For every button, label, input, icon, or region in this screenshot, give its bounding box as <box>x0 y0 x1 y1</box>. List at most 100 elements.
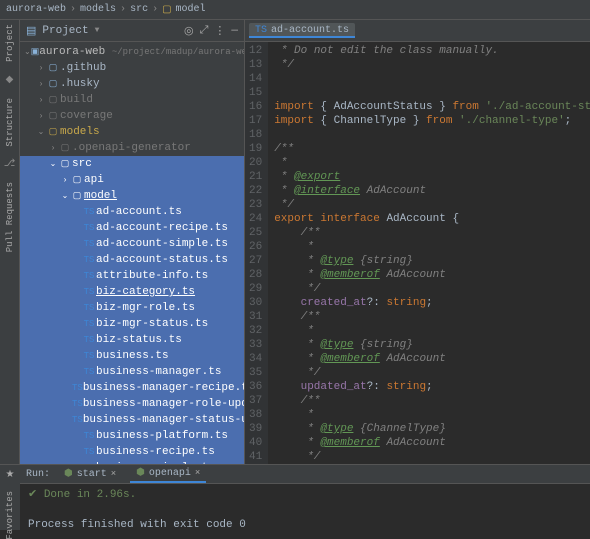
folder-icon: ▢ <box>46 111 60 121</box>
tool-tab-project[interactable]: Project <box>5 24 15 62</box>
tree-row[interactable]: TSbiz-mgr-status.ts <box>20 316 244 332</box>
tree-label: coverage <box>60 110 113 122</box>
ts-file-icon: TS <box>82 255 96 265</box>
breadcrumb-part[interactable]: models <box>80 4 116 15</box>
editor-pane: TS ad-account.ts 12131415161718192021222… <box>245 20 590 464</box>
chevron-down-icon[interactable]: ⌄ <box>48 159 58 169</box>
branch-icon[interactable]: ⎇ <box>4 158 16 170</box>
tree-row[interactable]: TSattribute-info.ts <box>20 268 244 284</box>
breadcrumb-sep: › <box>152 4 158 15</box>
ts-file-icon: TS <box>82 447 96 457</box>
target-icon[interactable]: ◎ <box>184 24 194 38</box>
editor-tabs: TS ad-account.ts <box>245 20 590 42</box>
tree-row[interactable]: TSbiz-mgr-role.ts <box>20 300 244 316</box>
tree-label: biz-category.ts <box>96 286 195 298</box>
tree-row[interactable]: ›▢coverage <box>20 108 244 124</box>
tree-row[interactable]: ›▢.husky <box>20 76 244 92</box>
run-tab-openapi[interactable]: ⬢ openapi × <box>130 465 206 483</box>
tree-row[interactable]: TSbiz-category.ts <box>20 284 244 300</box>
tree-row[interactable]: TSbusiness-manager-recipe.ts <box>20 380 244 396</box>
breadcrumb-sep: › <box>70 4 76 15</box>
breadcrumb-part[interactable]: src <box>130 4 148 15</box>
tree-label: business-recipe.ts <box>96 446 215 458</box>
ts-file-icon: TS <box>82 239 96 249</box>
dropdown-icon[interactable]: ▼ <box>95 26 100 35</box>
tool-tab-structure[interactable]: Structure <box>5 98 15 147</box>
editor-body[interactable]: 1213141516171819202122232425262728293031… <box>245 42 590 464</box>
hide-icon[interactable]: — <box>231 25 238 37</box>
tree-row[interactable]: TSad-account-status.ts <box>20 252 244 268</box>
project-pane-title[interactable]: Project <box>42 25 88 37</box>
ts-file-icon: TS <box>72 415 83 425</box>
tree-row[interactable]: ›▢.github <box>20 60 244 76</box>
close-icon[interactable]: × <box>195 468 200 478</box>
tree-label: biz-mgr-role.ts <box>96 302 195 314</box>
star-icon[interactable]: ★ <box>6 469 15 481</box>
ts-file-icon: TS <box>82 351 96 361</box>
ts-file-icon: TS <box>82 367 96 377</box>
run-pane: ★ Favorites Run: ⬢ start × ⬢ openapi × ✔… <box>0 464 590 530</box>
run-left-gutter: ★ Favorites <box>0 465 20 530</box>
tree-row[interactable]: TSbusiness-platform.ts <box>20 428 244 444</box>
tree-row[interactable]: TSad-account-recipe.ts <box>20 220 244 236</box>
line-gutter: 1213141516171819202122232425262728293031… <box>245 42 268 464</box>
tree-row[interactable]: ⌄▢models <box>20 124 244 140</box>
run-output[interactable]: ✔ Done in 2.96s. Process finished with e… <box>20 484 590 537</box>
code-area[interactable]: * Do not edit the class manually. */ imp… <box>268 42 590 464</box>
settings-icon[interactable]: ⋮ <box>214 24 225 38</box>
chevron-down-icon[interactable]: ⌄ <box>36 127 46 137</box>
folder-icon: ▢ <box>70 175 84 185</box>
breadcrumb: aurora-web › models › src › ▢ model <box>0 0 590 20</box>
chevron-right-icon[interactable]: › <box>36 64 46 73</box>
tree-row[interactable]: ⌄▢model <box>20 188 244 204</box>
ts-file-icon: TS <box>82 287 96 297</box>
chevron-right-icon[interactable]: › <box>48 144 58 153</box>
folder-icon: ▢ <box>46 63 60 73</box>
tree-label: biz-status.ts <box>96 334 182 346</box>
tree-row[interactable]: TSbusiness-recipe.ts <box>20 444 244 460</box>
tree-label: api <box>84 174 104 186</box>
tree-label: ad-account-status.ts <box>96 254 228 266</box>
tree-label: biz-mgr-status.ts <box>96 318 208 330</box>
editor-tab[interactable]: TS ad-account.ts <box>249 23 355 38</box>
tree-row[interactable]: ⌄▢src <box>20 156 244 172</box>
close-icon[interactable]: × <box>111 469 116 479</box>
run-tab-label: start <box>77 469 107 480</box>
tree-row[interactable]: TSbusiness-manager-status-update.ts <box>20 412 244 428</box>
folder-icon: ▢ <box>46 127 60 137</box>
chevron-right-icon[interactable]: › <box>36 96 46 105</box>
folder-icon: ▢ <box>70 191 84 201</box>
tree-row[interactable]: TSbiz-status.ts <box>20 332 244 348</box>
chevron-right-icon[interactable]: › <box>60 176 70 185</box>
tree-row[interactable]: TSbusiness.ts <box>20 348 244 364</box>
tree-row[interactable]: TSad-account-simple.ts <box>20 236 244 252</box>
tree-label: ad-account-recipe.ts <box>96 222 228 234</box>
tool-tab-favorites[interactable]: Favorites <box>5 491 15 539</box>
breadcrumb-part[interactable]: model <box>176 4 206 15</box>
run-header: Run: ⬢ start × ⬢ openapi × <box>20 465 590 484</box>
tree-row[interactable]: ›▢api <box>20 172 244 188</box>
tree-label: business-manager-recipe.ts <box>83 382 244 394</box>
tree-root[interactable]: ⌄ ▣ aurora-web ~/project/madup/aurora-we… <box>20 44 244 60</box>
chevron-down-icon[interactable]: ⌄ <box>60 191 70 201</box>
project-tree[interactable]: ⌄ ▣ aurora-web ~/project/madup/aurora-we… <box>20 42 244 464</box>
tree-row[interactable]: ›▢build <box>20 92 244 108</box>
folder-icon: ▢ <box>46 79 60 89</box>
tree-label: .openapi-generator <box>72 142 191 154</box>
run-tab-start[interactable]: ⬢ start × <box>58 466 122 482</box>
tree-row[interactable]: TSbusiness-manager-role-update.ts <box>20 396 244 412</box>
breadcrumb-part[interactable]: aurora-web <box>6 4 66 15</box>
tree-row[interactable]: TSad-account.ts <box>20 204 244 220</box>
ts-file-icon: TS <box>72 399 83 409</box>
tool-tab-pull-requests[interactable]: Pull Requests <box>5 182 15 252</box>
git-icon[interactable]: ◆ <box>4 74 16 86</box>
chevron-right-icon[interactable]: › <box>36 112 46 121</box>
chevron-right-icon[interactable]: › <box>36 80 46 89</box>
tree-label: business.ts <box>96 350 169 362</box>
expand-icon[interactable]: ⤢ <box>200 25 209 37</box>
run-tab-label: openapi <box>149 468 191 479</box>
tree-label: build <box>60 94 93 106</box>
tree-row[interactable]: ›▢.openapi-generator <box>20 140 244 156</box>
tree-row[interactable]: TSbusiness-manager.ts <box>20 364 244 380</box>
nodejs-icon: ⬢ <box>64 468 73 480</box>
